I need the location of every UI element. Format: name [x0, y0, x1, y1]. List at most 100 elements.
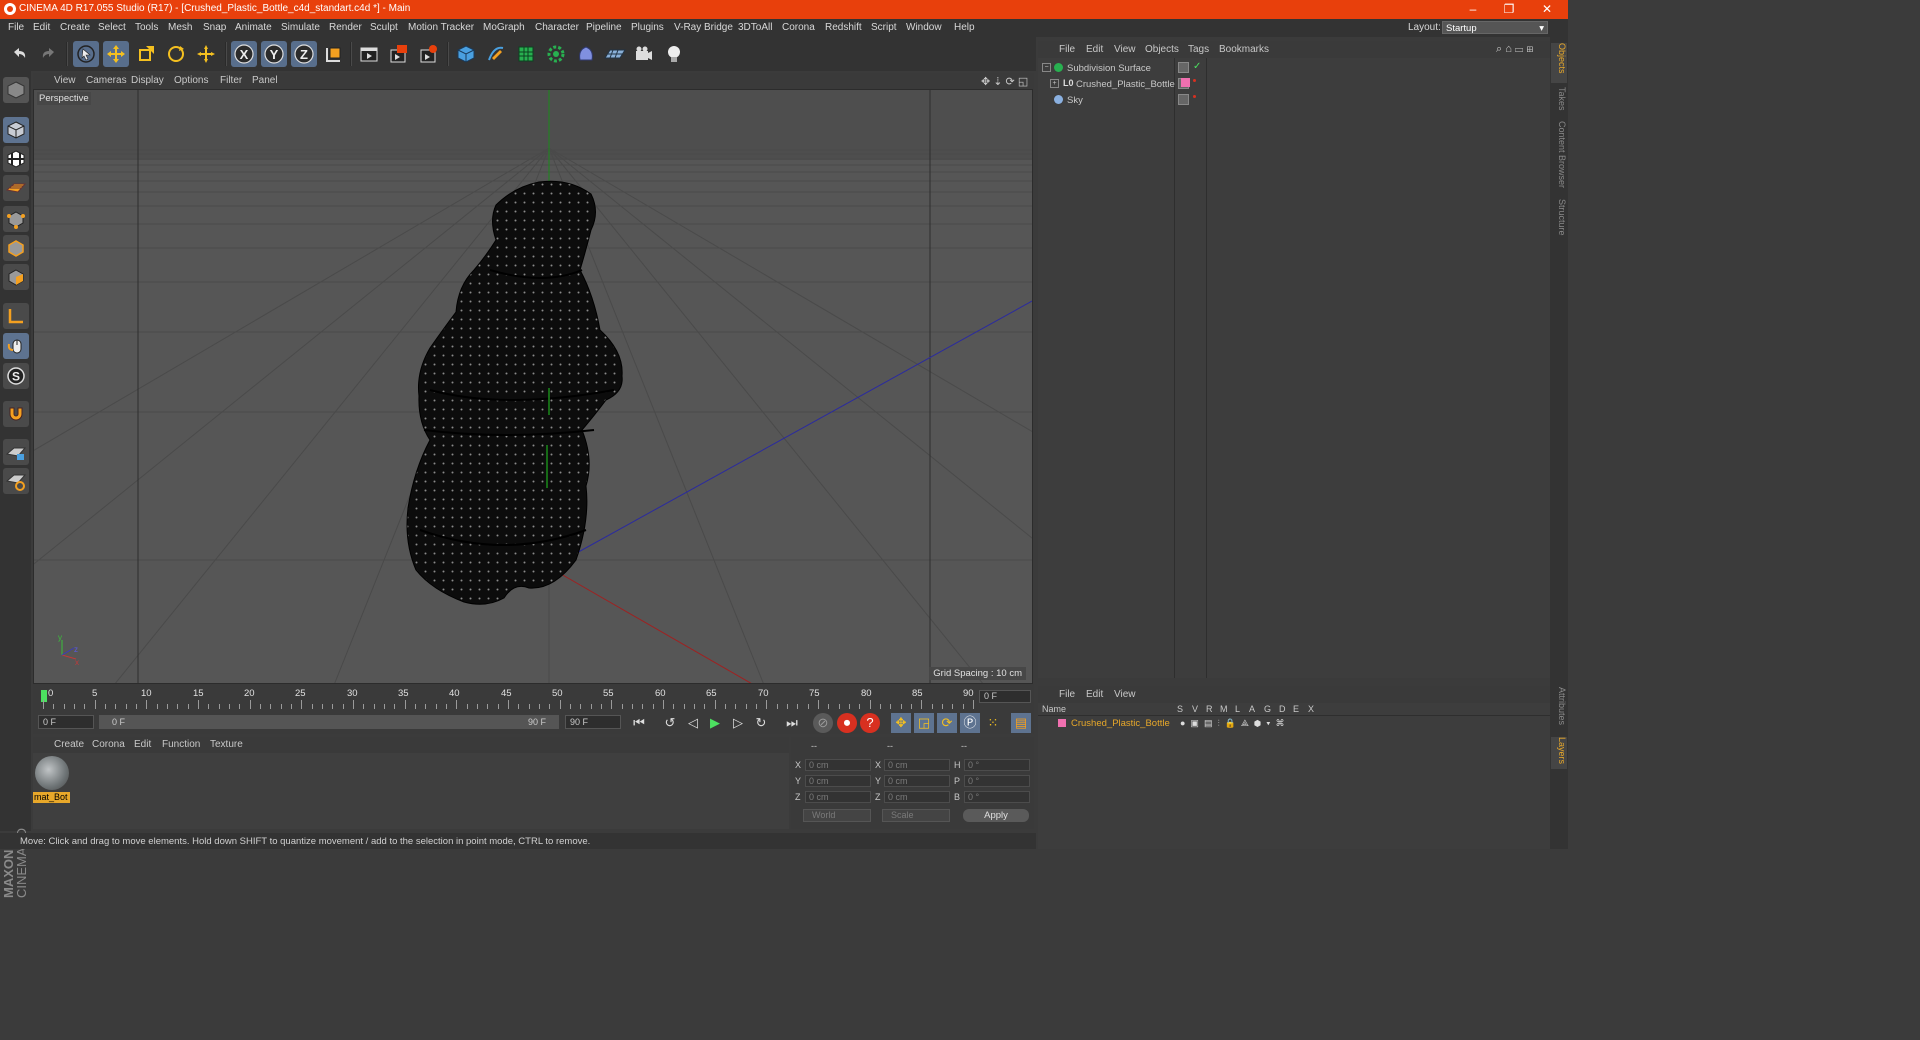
- material-menu-corona[interactable]: Corona: [92, 739, 125, 750]
- previous-key-icon[interactable]: ↺: [660, 713, 680, 733]
- layer-menu-edit[interactable]: Edit: [1086, 689, 1103, 700]
- move-icon[interactable]: [103, 41, 129, 67]
- current-frame-field[interactable]: 0 F: [979, 690, 1031, 703]
- key-position-icon[interactable]: ✥: [891, 713, 911, 733]
- menu-tools[interactable]: Tools: [135, 22, 158, 33]
- tab-structure[interactable]: Structure: [1551, 199, 1567, 239]
- key-pla-icon[interactable]: ⁙: [983, 713, 1003, 733]
- select-live-icon[interactable]: [73, 41, 99, 67]
- render-picture-viewer-icon[interactable]: [386, 41, 412, 67]
- layer-column[interactable]: R: [1206, 704, 1213, 714]
- size-y-field[interactable]: 0 cm: [884, 775, 950, 787]
- object-row-sky[interactable]: Sky: [1038, 92, 1550, 108]
- record-disabled-icon[interactable]: ⊘: [813, 713, 833, 733]
- editor-visibility-icon[interactable]: [1178, 62, 1189, 73]
- cube-icon[interactable]: [453, 41, 479, 67]
- camera-icon[interactable]: [631, 41, 657, 67]
- go-to-end-icon[interactable]: ⏭: [782, 713, 802, 733]
- menu-corona[interactable]: Corona: [782, 22, 815, 33]
- material-item[interactable]: mat_Bot: [33, 753, 73, 805]
- layer-column[interactable]: G: [1264, 704, 1271, 714]
- tab-layers[interactable]: Layers: [1551, 737, 1567, 769]
- end-frame-field[interactable]: 90 F: [565, 715, 621, 729]
- layer-column[interactable]: V: [1192, 704, 1198, 714]
- rotation-p-field[interactable]: 0 °: [964, 775, 1030, 787]
- layer-column[interactable]: S: [1177, 704, 1183, 714]
- deformer-icon[interactable]: [573, 41, 599, 67]
- coordinate-system-icon[interactable]: [321, 41, 347, 67]
- position-x-field[interactable]: 0 cm: [805, 759, 871, 771]
- viewport-menu-cameras[interactable]: Cameras: [86, 75, 127, 86]
- next-frame-icon[interactable]: ▷: [728, 713, 748, 733]
- render-visibility-dot-icon[interactable]: [1193, 79, 1196, 82]
- menu-select[interactable]: Select: [98, 22, 126, 33]
- object-row-subdivision-surface[interactable]: − Subdivision Surface ✓: [1038, 60, 1550, 76]
- layer-menu-view[interactable]: View: [1114, 689, 1136, 700]
- object-manager-search-icon[interactable]: ⌕ ⌂ ▭ ⊞: [1496, 43, 1533, 56]
- menu-create[interactable]: Create: [60, 22, 90, 33]
- magnet-icon[interactable]: [3, 401, 29, 427]
- auto-keying-icon[interactable]: ?: [860, 713, 880, 733]
- object-name[interactable]: Subdivision Surface: [1067, 63, 1151, 74]
- layer-column[interactable]: A: [1249, 704, 1255, 714]
- object-menu-tags[interactable]: Tags: [1188, 44, 1209, 55]
- rotation-b-field[interactable]: 0 °: [964, 791, 1030, 803]
- viewport-menu-view[interactable]: View: [54, 75, 76, 86]
- frame-range-slider[interactable]: 0 F 90 F: [99, 715, 559, 729]
- x-axis-icon[interactable]: X: [231, 41, 257, 67]
- workplane-align-icon[interactable]: [3, 468, 29, 494]
- layer-column[interactable]: D: [1279, 704, 1286, 714]
- undo-icon[interactable]: [6, 41, 32, 67]
- apply-button[interactable]: Apply: [963, 809, 1029, 822]
- layer-flags-icon[interactable]: ●▣▤⫶🔒⟁⬢▾⌘: [1180, 718, 1290, 729]
- viewport-navigation-icon[interactable]: ✥ ⇣ ⟳ ◱: [981, 75, 1028, 88]
- floor-icon[interactable]: [601, 41, 627, 67]
- layer-column[interactable]: L: [1235, 704, 1240, 714]
- perspective-viewport[interactable]: y x z Perspective Grid Spacing : 10 cm: [33, 89, 1033, 684]
- z-axis-icon[interactable]: Z: [291, 41, 317, 67]
- close-button[interactable]: ✕: [1532, 1, 1562, 17]
- menu-script[interactable]: Script: [871, 22, 897, 33]
- menu-animate[interactable]: Animate: [235, 22, 272, 33]
- material-name[interactable]: mat_Bot: [33, 792, 70, 803]
- menu-pipeline[interactable]: Pipeline: [586, 22, 622, 33]
- menu-snap[interactable]: Snap: [203, 22, 226, 33]
- pen-icon[interactable]: [483, 41, 509, 67]
- go-to-start-icon[interactable]: ⏮: [629, 713, 649, 733]
- scale-icon[interactable]: [133, 41, 159, 67]
- y-axis-icon[interactable]: Y: [261, 41, 287, 67]
- render-view-icon[interactable]: [356, 41, 382, 67]
- object-menu-edit[interactable]: Edit: [1086, 44, 1103, 55]
- menu-mesh[interactable]: Mesh: [168, 22, 192, 33]
- menu-vray-bridge[interactable]: V-Ray Bridge: [674, 22, 733, 33]
- edges-mode-icon[interactable]: [3, 235, 29, 261]
- layout-dropdown[interactable]: Startup: [1442, 21, 1548, 35]
- layer-column[interactable]: M: [1220, 704, 1228, 714]
- record-active-objects-icon[interactable]: ⏺: [837, 713, 857, 733]
- menu-simulate[interactable]: Simulate: [281, 22, 320, 33]
- rotate-icon[interactable]: [163, 41, 189, 67]
- points-mode-icon[interactable]: [3, 206, 29, 232]
- tweak-mode-icon[interactable]: [3, 333, 29, 359]
- viewport-menu-options[interactable]: Options: [174, 75, 208, 86]
- move-alt-icon[interactable]: [193, 41, 219, 67]
- axis-mode-icon[interactable]: [3, 303, 29, 329]
- menu-window[interactable]: Window: [906, 22, 942, 33]
- key-parameter-icon[interactable]: Ⓟ: [960, 713, 980, 733]
- menu-mograph[interactable]: MoGraph: [483, 22, 525, 33]
- timeline-window-icon[interactable]: ▤: [1011, 713, 1031, 733]
- transform-mode-dropdown[interactable]: Scale: [882, 809, 950, 822]
- object-menu-bookmarks[interactable]: Bookmarks: [1219, 44, 1269, 55]
- key-scale-icon[interactable]: ◲: [914, 713, 934, 733]
- material-thumbnail[interactable]: [35, 756, 69, 790]
- maximize-button[interactable]: ❐: [1494, 1, 1524, 17]
- next-key-icon[interactable]: ↻: [751, 713, 771, 733]
- menu-edit[interactable]: Edit: [33, 22, 50, 33]
- tab-content-browser[interactable]: Content Browser: [1551, 121, 1567, 193]
- menu-motion-tracker[interactable]: Motion Tracker: [408, 22, 474, 33]
- enabled-check-icon[interactable]: ✓: [1193, 61, 1201, 72]
- previous-frame-icon[interactable]: ◁: [683, 713, 703, 733]
- menu-sculpt[interactable]: Sculpt: [370, 22, 398, 33]
- size-z-field[interactable]: 0 cm: [884, 791, 950, 803]
- layer-menu-file[interactable]: File: [1059, 689, 1075, 700]
